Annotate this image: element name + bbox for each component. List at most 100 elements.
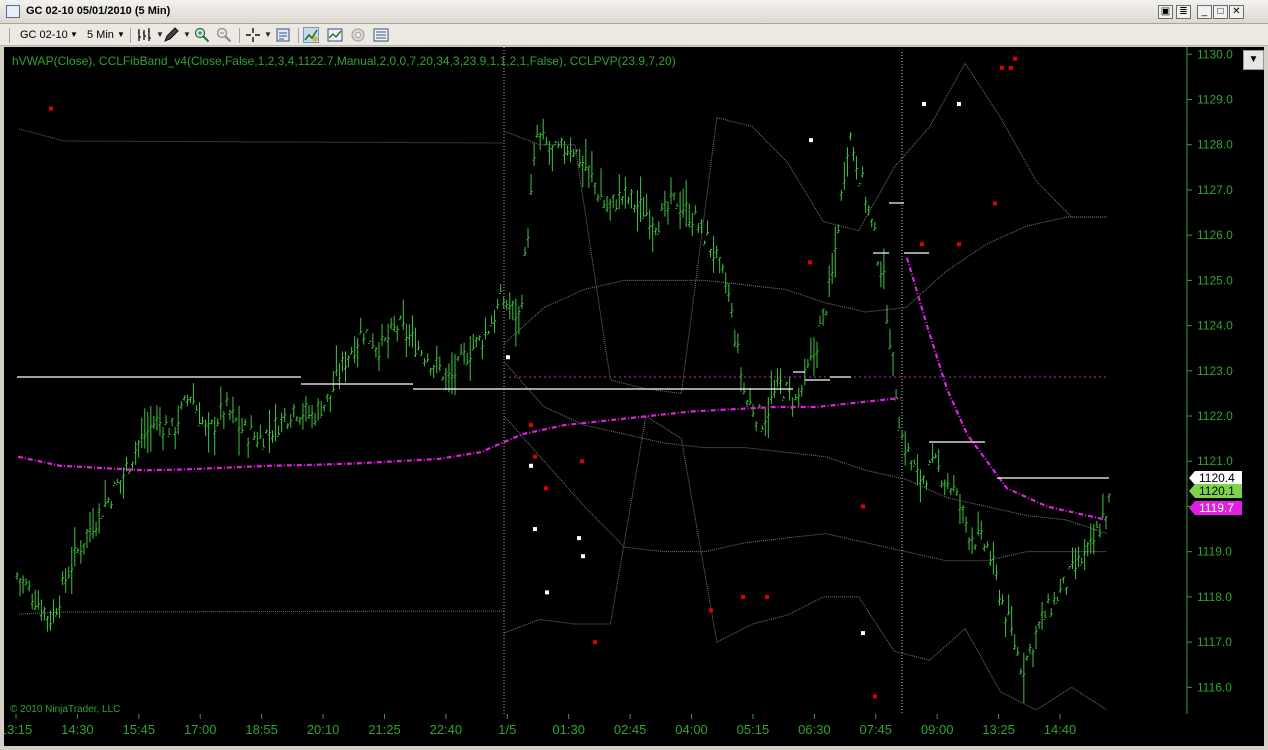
pencil-draw-icon[interactable] [163,27,179,43]
signal-marker [545,590,549,595]
price-bar [435,345,439,374]
data-box-icon[interactable] [275,27,291,43]
price-bar [347,355,351,368]
properties-icon[interactable] [350,27,366,43]
price-bar [553,141,557,146]
svg-text:1120.1: 1120.1 [1199,484,1235,498]
price-chart[interactable]: 1130.0 1129.0 1128.0 1127.0 1126.0 1125.0 1124… [0,47,1264,746]
strategies-icon[interactable] [327,27,343,43]
price-bar [824,310,828,316]
x-tick-label: 09:00 [921,722,954,737]
price-bar [715,245,719,259]
price-bar [152,415,156,430]
interval-selector[interactable]: 5 Min [87,27,114,43]
price-bar [842,161,846,191]
instrument-selector[interactable]: GC 02-10 [20,27,68,43]
price-bar [1077,546,1081,568]
crosshair-icon[interactable] [245,27,261,43]
minimize-button[interactable]: _ [1197,5,1212,19]
chevron-down-icon[interactable]: ▼ [1243,50,1264,70]
price-bar [800,384,804,397]
inner-band-upper [503,361,1108,535]
price-bar [88,512,92,543]
chart-panel[interactable]: 1130.0 1129.0 1128.0 1127.0 1126.0 1125.0 1124… [0,47,1264,746]
price-bar [812,337,816,376]
price-bar [182,395,186,401]
price-bar [611,194,615,209]
price-bar [888,328,892,349]
chart-list-icon[interactable] [373,27,389,43]
price-bar [316,398,320,421]
price-bar [949,488,953,495]
price-bar [213,416,217,456]
signal-marker [529,463,533,468]
price-bar [185,394,189,407]
bar-type-icon[interactable] [136,27,152,43]
window-titlebar: GC 02-10 05/01/2010 (5 Min) ▣ ≣ _ □ ✕ [0,0,1268,24]
price-bar [864,196,868,214]
price-bar [733,329,737,348]
price-bar [696,223,700,234]
price-bar [766,397,770,438]
price-bar [660,202,664,212]
price-bar [556,141,560,148]
y-tick-label: 1129.0 [1197,92,1233,106]
price-bar [1019,668,1023,675]
price-bar [420,349,424,356]
price-bar [496,298,500,309]
price-bar [958,493,962,525]
price-bar [946,473,950,490]
price-bar [328,395,332,413]
price-bar [158,407,162,436]
zoom-out-icon[interactable] [216,27,232,43]
indicators-icon[interactable] [303,27,319,43]
price-bar [721,263,725,274]
price-bar [103,480,107,508]
indicator-label: hVWAP(Close), CCLFibBand_v4(Close,False,… [12,54,676,68]
price-bar [912,459,916,467]
price-bar [976,511,980,536]
price-bar [876,261,880,266]
maximize-button[interactable]: □ [1213,5,1228,19]
chevron-down-icon[interactable]: ▼ [70,27,78,43]
price-bar [283,407,287,423]
signal-marker [529,423,533,428]
price-bar [559,137,563,148]
price-bar [94,521,98,537]
vwap-line-session2 [905,257,1108,522]
price-bar [1055,596,1059,604]
price-bars-group [15,118,1111,704]
price-bar [252,431,256,440]
close-button[interactable]: ✕ [1229,5,1244,19]
price-bar [605,195,609,213]
price-bar [900,430,904,439]
price-bar [194,405,198,413]
price-bar [602,200,606,209]
price-bar [629,188,633,209]
upper-fib-band [503,62,1107,394]
price-bar [599,168,603,200]
price-bar [36,590,40,610]
chevron-down-icon[interactable]: ▼ [117,27,125,43]
price-bar [672,192,676,201]
price-bar [532,142,536,166]
zoom-in-icon[interactable] [194,27,210,43]
tile-button[interactable]: ≣ [1176,5,1191,19]
toolbar-separator [130,28,131,43]
x-tick-label: 17:00 [184,722,217,737]
signal-marker [920,242,924,247]
price-bar [775,368,779,388]
price-bar [432,364,436,379]
price-bar [867,205,871,216]
signal-marker [861,504,865,509]
restore-layout-button[interactable]: ▣ [1158,5,1173,19]
price-marker-magenta: 1119.7 [1189,501,1242,515]
chevron-down-icon[interactable]: ▼ [260,27,276,43]
price-bar [292,404,296,418]
price-bar [1046,593,1050,604]
price-bar [67,566,71,579]
chevron-down-icon[interactable]: ▼ [179,27,195,43]
window-title: GC 02-10 05/01/2010 (5 Min) [26,5,171,17]
signal-marker [809,138,813,143]
price-bar [970,527,974,555]
